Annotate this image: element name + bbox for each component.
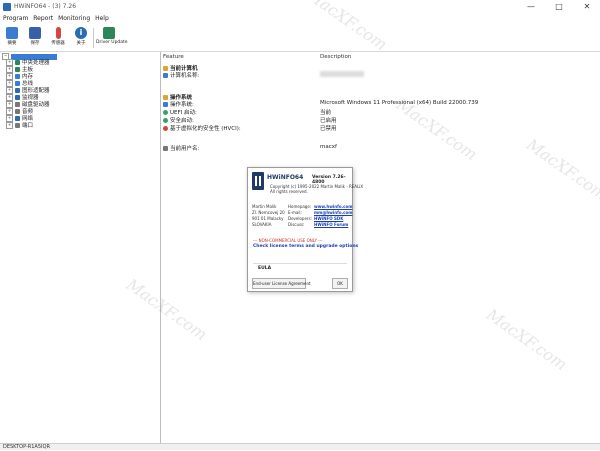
expand-icon[interactable]: + (6, 73, 13, 80)
forum-link[interactable]: HWiNFO Forum (314, 222, 348, 227)
vbs-row: 基于虚拟化的安全性 (HVCI): (163, 124, 241, 132)
os-row: 操作系统: (163, 100, 194, 108)
tree-item-drives[interactable]: + 磁盘驱动器 (6, 101, 50, 108)
audio-icon (15, 109, 20, 114)
menu-report[interactable]: Report (33, 14, 53, 24)
uefi-row: UEFI 启动: (163, 108, 197, 116)
ok-button[interactable]: OK (332, 278, 348, 289)
vbs-value: 已禁用 (320, 126, 337, 132)
info-icon: i (75, 27, 87, 39)
email-link[interactable]: mm@hwinfo.com (314, 210, 352, 215)
product-name: HWiNFO64 (267, 174, 304, 181)
toolbar-separator (93, 28, 94, 48)
redacted-value (320, 71, 364, 77)
about-button[interactable]: i 关于 (70, 26, 92, 50)
tree-item-audio[interactable]: + 音频 (6, 108, 33, 115)
menu-monitoring[interactable]: Monitoring (58, 14, 90, 24)
eula-button[interactable]: End-user License Agreement (252, 278, 311, 289)
hwinfo-logo-icon (252, 172, 264, 190)
discuss-label: Discuss: (288, 222, 305, 227)
address-line: Martin Malik (252, 204, 277, 209)
email-label: E-mail: (288, 210, 302, 215)
status-bar: DESKTOP-R1A5IQR (0, 443, 600, 450)
summary-button[interactable]: 摘要 (1, 26, 23, 50)
expand-icon[interactable]: + (6, 122, 13, 129)
uefi-value: 当前 (320, 110, 332, 116)
developers-label: Developers: (288, 216, 313, 221)
expand-icon[interactable]: + (6, 80, 13, 87)
tree-item-ports[interactable]: + 端口 (6, 122, 33, 129)
cpu-icon (15, 60, 20, 65)
expand-icon[interactable]: + (6, 101, 13, 108)
monitor-icon (15, 95, 20, 100)
header-description: Description (320, 54, 352, 60)
details-panel: Feature Description 当前计算机 计算机名称: 操作系统 操作… (162, 52, 600, 443)
user-icon (163, 146, 168, 151)
os-value: Microsoft Windows 11 Professional (x64) … (320, 100, 479, 106)
eula-title: EULA (258, 266, 272, 271)
expand-icon[interactable]: + (6, 87, 13, 94)
network-icon (15, 116, 20, 121)
sdk-link[interactable]: HWiNFO SDK (314, 216, 343, 221)
user-value: macxf (320, 144, 337, 150)
expand-icon[interactable]: + (6, 108, 13, 115)
homepage-link[interactable]: www.hwinfo.com (314, 204, 352, 209)
error-icon (163, 126, 168, 131)
check-icon (163, 110, 168, 115)
user-row: 当前用户名: (163, 144, 199, 152)
tree-item-memory[interactable]: + 内存 (6, 73, 33, 80)
address-line: 901 01 Malacky (252, 216, 284, 221)
menu-help[interactable]: Help (95, 14, 109, 24)
driver-update-button[interactable]: Driver Update (96, 26, 128, 50)
computer-name-value (320, 71, 364, 78)
check-icon (163, 118, 168, 123)
expand-icon[interactable]: + (6, 59, 13, 66)
tree-item-video[interactable]: + 图形适配器 (6, 87, 50, 94)
app-icon (3, 3, 11, 11)
menu-bar: Program Report Monitoring Help (0, 14, 600, 24)
divider (253, 263, 347, 264)
homepage-label: Homepage: (288, 204, 312, 209)
secure-boot-value: 已启用 (320, 118, 337, 124)
save-button[interactable]: 保存 (24, 26, 46, 50)
monitor-icon (6, 27, 18, 39)
bus-icon (15, 81, 20, 86)
window-title: HWiNFO64 - (3) 7.26 (14, 3, 77, 10)
toolbar: 摘要 保存 传感器 i 关于 Driver Update (0, 25, 600, 52)
about-dialog: HWiNFO64 Version 7.26-4800 Copyright (c)… (247, 167, 363, 292)
port-icon (15, 123, 20, 128)
title-bar: HWiNFO64 - (3) 7.26 — □ ✕ (0, 0, 600, 14)
tree-item-bus[interactable]: + 总线 (6, 80, 33, 87)
rights-text: All rights reserved. (270, 189, 308, 194)
expand-icon[interactable]: + (6, 66, 13, 73)
tree-item-cpu[interactable]: + 中央处理器 (6, 59, 50, 66)
menu-program[interactable]: Program (3, 14, 28, 24)
computer-name-row: 计算机名称: (163, 71, 199, 79)
computer-icon (163, 73, 168, 78)
minimize-button[interactable]: — (522, 2, 540, 12)
disk-icon (15, 102, 20, 107)
motherboard-icon (15, 67, 20, 72)
secure-boot-row: 安全启动: (163, 116, 194, 124)
tree-item-network[interactable]: + 网络 (6, 115, 33, 122)
driver-update-icon (103, 27, 115, 39)
address-line: Zl. Nemcovej 20 (252, 210, 285, 215)
memory-icon (15, 74, 20, 79)
noncommercial-notice: --- NON-COMMERCIAL USE ONLY --- (253, 238, 323, 243)
license-link[interactable]: Check license terms and upgrade options (253, 244, 358, 249)
sensors-button[interactable]: 传感器 (47, 26, 69, 50)
maximize-button[interactable]: □ (550, 2, 568, 12)
thermometer-icon (55, 27, 61, 39)
video-adapter-icon (15, 88, 20, 93)
expand-icon[interactable]: + (6, 115, 13, 122)
close-button[interactable]: ✕ (578, 2, 596, 12)
device-tree: − + 中央处理器 + 主板 + 内存 + 总线 + 图形适配器 + 监视器 + 磁盘驱动器 … (0, 52, 161, 443)
windows-icon (163, 102, 168, 107)
tree-item-monitor[interactable]: + 监视器 (6, 94, 39, 101)
tree-item-motherboard[interactable]: + 主板 (6, 66, 33, 73)
save-icon (29, 27, 41, 39)
expand-icon[interactable]: + (6, 94, 13, 101)
address-line: SLOVAKIA (252, 222, 272, 227)
header-feature: Feature (163, 54, 184, 60)
